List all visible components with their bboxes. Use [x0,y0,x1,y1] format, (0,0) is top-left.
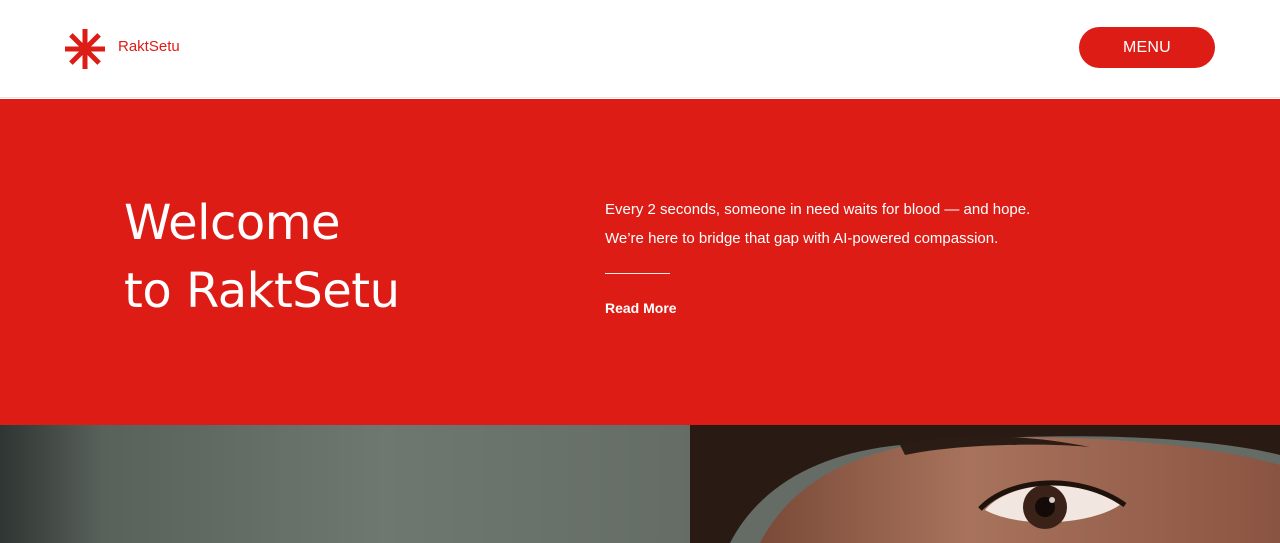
hero-section: Welcome to RaktSetu Every 2 seconds, som… [0,99,1280,425]
site-header: RaktSetu MENU [0,0,1280,98]
menu-button[interactable]: MENU [1079,27,1215,68]
brand-name[interactable]: RaktSetu [118,38,180,55]
hero-title-line-1: Welcome [124,195,341,251]
hero-title: Welcome to RaktSetu [124,189,400,325]
hero-description: Every 2 seconds, someone in need waits f… [605,195,1165,253]
hero-divider [605,273,670,274]
read-more-link[interactable]: Read More [605,300,677,316]
hero-description-line-2: We’re here to bridge that gap with AI-po… [605,230,999,247]
hero-photo-illustration [0,425,1280,543]
asterisk-icon[interactable] [64,28,106,70]
hero-title-line-2: to RaktSetu [124,263,400,319]
hero-description-line-1: Every 2 seconds, someone in need waits f… [605,201,1031,218]
hero-photo [0,425,1280,543]
